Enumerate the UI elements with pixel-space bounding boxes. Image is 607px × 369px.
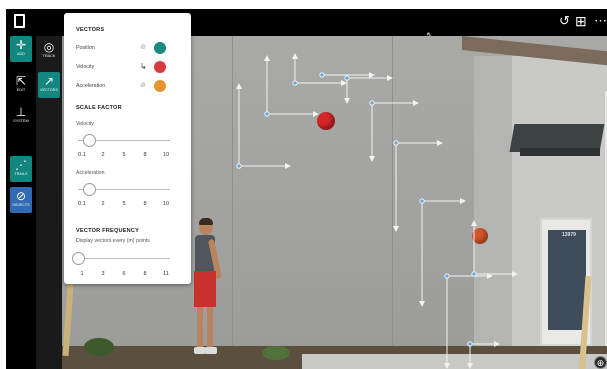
position-point [292,80,298,86]
position-point [467,341,473,347]
subtool-rail: ◎ TRACK ↗ VECTORS [36,36,62,369]
system-tool-button[interactable]: ⊥ SYSTEM [10,103,32,129]
velocity-scale-slider[interactable] [78,134,170,147]
system-tool-label: SYSTEM [13,119,29,123]
acceleration-scale-slider[interactable] [78,183,170,196]
vector-frequency-ticks: 1 3 6 8 11 [74,271,174,277]
objects-tool-label: OBJECTS [12,203,30,207]
acceleration-scale-ticks: 0.1 2 5 8 10 [74,201,174,207]
tick-label: 11 [163,271,169,277]
position-point [393,140,399,146]
velocity-scale-knob[interactable] [83,134,97,147]
arrow-icon: ↗ [43,74,55,88]
objects-icon: ⊘ [15,189,27,203]
undo-icon[interactable]: ↺ [559,13,570,29]
position-point [471,271,477,277]
tick-label: 8 [143,152,147,158]
eye-off-icon[interactable]: ⊘ [140,82,150,89]
scale-factor-title: SCALE FACTOR [76,105,122,111]
position-point [236,163,242,169]
vector-frequency-slider[interactable] [72,252,170,265]
tick-label: 0.1 [78,201,86,207]
tick-label: 10 [162,152,170,158]
acceleration-color-swatch[interactable] [154,80,166,92]
tick-label: 10 [162,201,170,207]
position-point [344,75,350,81]
axes-icon: ⊥ [15,105,27,119]
position-point [419,198,425,204]
vector-frequency-title: VECTOR FREQUENCY [76,228,140,234]
axis-arrow-icon[interactable]: ↳ [140,63,150,71]
vectors-section-title: VECTORS [76,27,105,33]
tick-label: 6 [122,271,126,277]
pointer-icon: ⇱ [15,74,27,88]
acceleration-label: Acceleration [76,83,106,89]
position-point [264,111,270,117]
velocity-scale-ticks: 0.1 2 5 8 10 [74,152,174,158]
document-icon[interactable] [14,14,25,28]
track-tool-label: TRACK [42,54,56,58]
position-point [444,273,450,279]
tick-label: 8 [143,201,147,207]
track-tool-button[interactable]: ◎ TRACK [38,38,60,64]
tick-label: 5 [122,152,126,158]
tick-label: 2 [101,201,105,207]
tool-rail: ✛ ADD ⇱ EDIT ⊥ SYSTEM ⋰ TRAILS ⊘ OBJECTS [6,9,36,369]
add-tool-button[interactable]: ✛ ADD [10,36,32,62]
position-label: Position [76,45,95,51]
trails-tool-button[interactable]: ⋰ TRAILS [10,156,32,182]
crosshair-icon: ✛ [15,38,27,52]
vectors-tool-button[interactable]: ↗ VECTORS [38,72,60,98]
more-icon[interactable]: ⋯ [594,13,607,29]
tick-label: 1 [80,271,84,277]
target-icon: ◎ [43,40,55,54]
tick-label: 2 [101,152,105,158]
layout-icon[interactable]: ⊞ [575,13,587,29]
position-color-swatch[interactable] [154,42,166,54]
tick-label: 8 [143,271,147,277]
trails-tool-label: TRAILS [14,172,28,176]
trail-icon: ⋰ [15,158,27,172]
edit-tool-button[interactable]: ⇱ EDIT [10,72,32,98]
vectors-tool-label: VECTORS [39,88,58,92]
velocity-scale-label: Velocity [76,121,94,127]
zoom-in-icon[interactable]: ⊕ [594,356,607,369]
velocity-color-swatch[interactable] [154,61,166,73]
eye-off-icon[interactable]: ⊘ [140,44,150,51]
vector-frequency-note: Display vectors every (m) points [76,238,150,244]
position-point [369,100,375,106]
acceleration-scale-knob[interactable] [83,183,97,196]
tick-label: 5 [122,201,126,207]
tick-label: 3 [101,271,105,277]
velocity-label: Velocity [76,64,95,70]
add-tool-label: ADD [17,52,25,56]
acceleration-scale-label: Acceleration [76,170,105,176]
objects-tool-button[interactable]: ⊘ OBJECTS [10,187,32,213]
position-point [319,72,325,78]
edit-tool-label: EDIT [16,88,26,92]
vectors-panel: VECTORS Position ⊘ Velocity ↳ Accelerati… [64,13,191,284]
vector-frequency-knob[interactable] [72,252,85,265]
tick-label: 0.1 [78,152,86,158]
